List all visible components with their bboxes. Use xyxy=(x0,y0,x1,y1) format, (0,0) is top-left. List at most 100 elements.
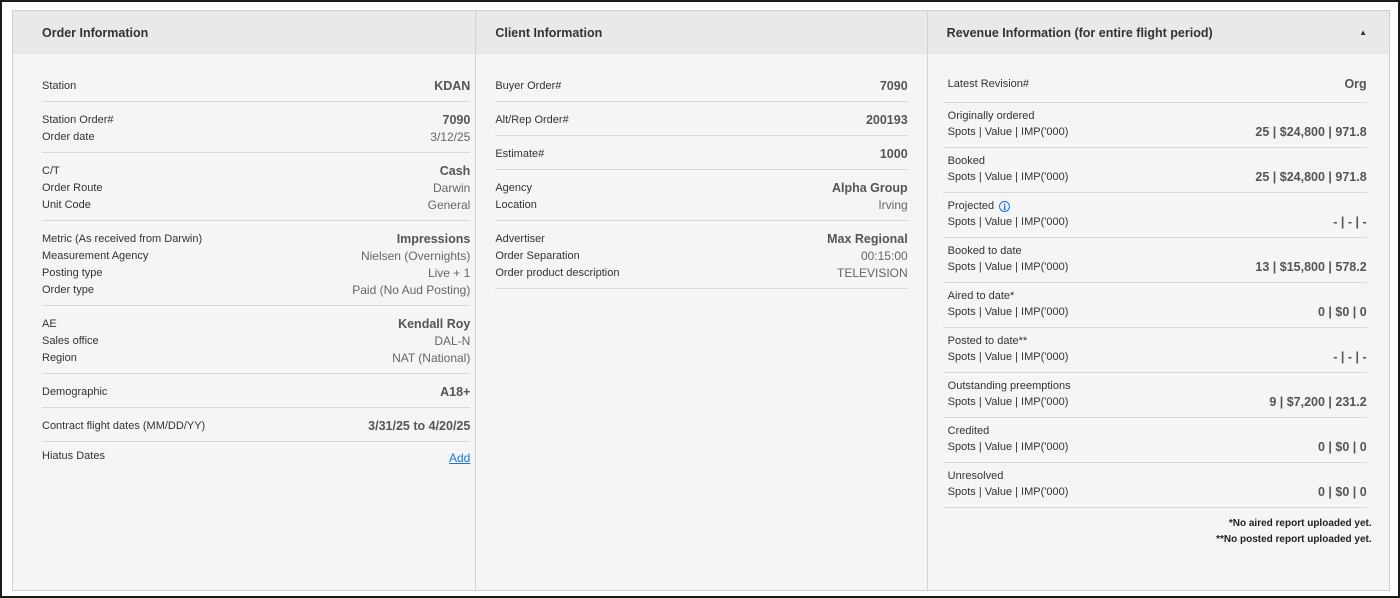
order-field-label: Metric (As received from Darwin) xyxy=(42,233,203,245)
revenue-item-title-text: Outstanding preemptions xyxy=(947,380,1071,392)
order-field-value: Kendall Roy xyxy=(398,317,471,331)
footnote-posted: **No posted report uploaded yet. xyxy=(1216,534,1372,545)
order-field-label: Posting type xyxy=(42,267,103,279)
revenue-item-value: - | - | - xyxy=(1333,215,1367,229)
client-field-label: Agency xyxy=(495,182,533,194)
client-field-label: Advertiser xyxy=(495,233,545,245)
order-field-row: Order type Paid (No Aud Posting) xyxy=(42,282,470,299)
order-field-value: 3/31/25 to 4/20/25 xyxy=(368,419,471,433)
order-details-card: Order Information Station KDAN Station Ord… xyxy=(12,10,1390,591)
revenue-item-title: Projected i xyxy=(948,199,1367,214)
revenue-item-subtitle: Spots | Value | IMP('000) xyxy=(947,261,1069,273)
revenue-information-header[interactable]: Revenue Information (for entire flight p… xyxy=(927,11,1389,54)
latest-revision-value: Org xyxy=(1344,77,1367,91)
order-field-label: Contract flight dates (MM/DD/YY) xyxy=(42,420,206,432)
revenue-information-title: Revenue Information (for entire flight p… xyxy=(946,25,1213,40)
revenue-item-value: 13 | $15,800 | 578.2 xyxy=(1255,260,1367,274)
order-information-body: Station KDAN Station Order# 7090 Order date 3… xyxy=(13,54,475,471)
revenue-item-title: Aired to date* xyxy=(948,289,1367,304)
revenue-item-value: 0 | $0 | 0 xyxy=(1317,485,1367,499)
order-group: Metric (As received from Darwin) Impressi… xyxy=(42,221,471,306)
order-field-row: Station Order# 7090 xyxy=(42,108,470,129)
order-field-row: C/T Cash xyxy=(42,159,470,180)
client-field-row: Buyer Order# 7090 xyxy=(495,74,907,95)
order-field-label: Station xyxy=(42,80,77,92)
order-field-value: Nielsen (Overnights) xyxy=(360,249,471,263)
client-field-label: Order Separation xyxy=(495,250,580,262)
revenue-item: Booked Spots | Value | IMP('000) 25 | $24,… xyxy=(942,148,1367,193)
revenue-item-line: Spots | Value | IMP('000) 0 | $0 | 0 xyxy=(948,439,1367,455)
order-field-row: Posting type Live + 1 xyxy=(42,265,470,282)
client-field-label: Order product description xyxy=(495,267,620,279)
revenue-item-value: 0 | $0 | 0 xyxy=(1317,440,1367,454)
caret-up-icon[interactable]: ▲ xyxy=(1359,28,1367,37)
order-field-label: Sales office xyxy=(42,335,99,347)
revenue-item: Unresolved Spots | Value | IMP('000) 0 | $… xyxy=(942,463,1367,508)
order-field-row: Metric (As received from Darwin) Impressi… xyxy=(42,227,470,248)
revenue-item-title-text: Posted to date** xyxy=(947,335,1028,347)
revenue-item-line: Spots | Value | IMP('000) 25 | $24,800 | … xyxy=(948,169,1367,185)
client-field-row: Order product description TELEVISION xyxy=(495,265,907,282)
order-field-value: Live + 1 xyxy=(427,266,471,280)
order-field-label: Order Route xyxy=(42,182,103,194)
order-field-row: Order Route Darwin xyxy=(42,180,470,197)
revenue-item-subtitle: Spots | Value | IMP('000) xyxy=(947,126,1069,138)
footnotes: *No aired report uploaded yet. **No post… xyxy=(943,508,1372,548)
order-field-value: Darwin xyxy=(432,181,471,195)
client-information-body: Buyer Order# 7090 Alt/Rep Order# 200193 Esti… xyxy=(476,54,926,289)
order-group: Station Order# 7090 Order date 3/12/25 xyxy=(42,102,471,153)
order-field-label: Demographic xyxy=(42,386,108,398)
revenue-item-title-text: Booked to date xyxy=(947,245,1022,257)
hiatus-dates-group: Hiatus Dates Add xyxy=(42,442,470,471)
revenue-item-title-text: Credited xyxy=(947,425,990,437)
order-field-label: Order type xyxy=(42,284,94,296)
client-field-row: Advertiser Max Regional xyxy=(495,227,907,248)
order-field-value: Cash xyxy=(439,164,471,178)
revenue-item-subtitle: Spots | Value | IMP('000) xyxy=(947,351,1069,363)
order-group: C/T Cash Order Route Darwin Unit Code General xyxy=(42,153,471,221)
revenue-item-value: 0 | $0 | 0 xyxy=(1317,305,1367,319)
revenue-item-subtitle: Spots | Value | IMP('000) xyxy=(947,441,1069,453)
revenue-item-value: 9 | $7,200 | 231.2 xyxy=(1269,395,1367,409)
revenue-item-title: Outstanding preemptions xyxy=(948,379,1367,394)
revenue-item-title: Booked xyxy=(948,154,1367,169)
client-field-row: Alt/Rep Order# 200193 xyxy=(495,108,907,129)
revenue-item: Outstanding preemptions Spots | Value | I… xyxy=(942,373,1367,418)
order-field-value: KDAN xyxy=(434,79,471,93)
order-field-label: AE xyxy=(42,318,57,330)
client-field-row: Agency Alpha Group xyxy=(495,176,907,197)
order-field-value: General xyxy=(427,198,471,212)
order-field-value: 7090 xyxy=(442,113,471,127)
order-group: Station KDAN xyxy=(42,68,471,102)
client-information-header: Client Information xyxy=(476,11,927,54)
order-field-label: Unit Code xyxy=(42,199,91,211)
revenue-item-value: 25 | $24,800 | 971.8 xyxy=(1255,125,1367,139)
revenue-item-title-text: Booked xyxy=(947,155,985,167)
client-field-label: Estimate# xyxy=(495,148,545,160)
revenue-item-line: Spots | Value | IMP('000) 0 | $0 | 0 xyxy=(948,304,1367,320)
info-icon[interactable]: i xyxy=(999,201,1011,212)
revenue-item-line: Spots | Value | IMP('000) 0 | $0 | 0 xyxy=(948,484,1367,500)
revenue-item-line: Spots | Value | IMP('000) - | - | - xyxy=(948,214,1367,230)
order-field-value: Paid (No Aud Posting) xyxy=(352,283,471,297)
revenue-item-subtitle: Spots | Value | IMP('000) xyxy=(947,216,1069,228)
revenue-item: Credited Spots | Value | IMP('000) 0 | $0 … xyxy=(942,418,1367,463)
footnote-aired: *No aired report uploaded yet. xyxy=(1228,518,1372,529)
revenue-item-title-text: Originally ordered xyxy=(947,110,1035,122)
add-hiatus-link[interactable]: Add xyxy=(449,451,470,465)
revenue-item-subtitle: Spots | Value | IMP('000) xyxy=(947,306,1069,318)
order-field-value: Impressions xyxy=(396,232,471,246)
revenue-item-title: Credited xyxy=(948,424,1367,439)
client-field-value: 00:15:00 xyxy=(860,249,908,263)
client-field-value: Irving xyxy=(878,198,908,212)
order-field-label: C/T xyxy=(42,165,60,177)
revenue-item-line: Spots | Value | IMP('000) 13 | $15,800 | … xyxy=(948,259,1367,275)
client-group: Agency Alpha Group Location Irving xyxy=(495,170,908,221)
order-field-value: A18+ xyxy=(440,385,471,399)
revenue-item-value: 25 | $24,800 | 971.8 xyxy=(1255,170,1367,184)
client-field-value: TELEVISION xyxy=(836,266,908,280)
revenue-item-title-text: Aired to date* xyxy=(947,290,1015,302)
revenue-item: Projected i Spots | Value | IMP('000) - | -… xyxy=(942,193,1367,238)
revenue-item-title-text: Unresolved xyxy=(947,470,1004,482)
order-field-label: Order date xyxy=(42,131,95,143)
